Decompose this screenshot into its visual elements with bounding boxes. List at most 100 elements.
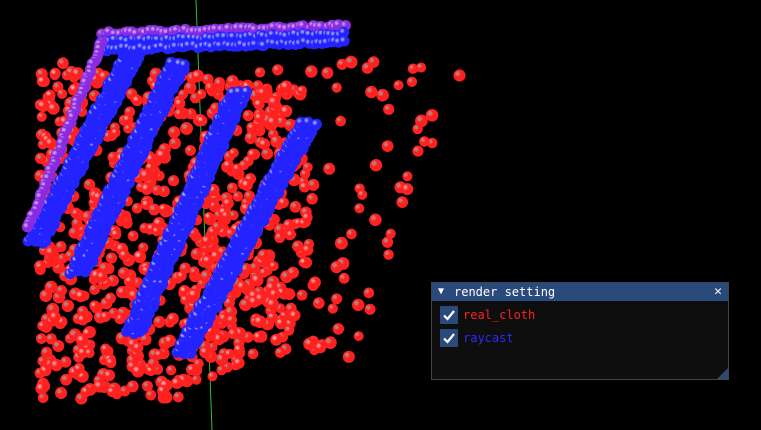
particle [74,289,88,303]
particle [385,228,396,239]
particle [364,303,376,315]
particle [296,85,308,96]
particle [254,67,266,78]
particle [338,35,350,47]
particle [170,376,183,390]
particle [344,55,358,69]
particle [331,82,342,93]
particle [270,333,283,346]
particle [105,252,118,264]
particle [241,86,253,97]
particle [285,229,297,240]
particle [180,121,193,135]
particle [147,357,159,370]
particle [289,200,302,213]
particle [183,81,197,94]
particle [108,307,120,319]
particle [36,111,47,122]
particle [145,162,156,173]
particle [352,298,365,312]
particle [184,145,196,156]
particle [453,69,466,82]
checkbox-raycast[interactable] [440,328,458,347]
triangle-down-icon[interactable]: ▼ [438,283,452,301]
particle [412,123,423,135]
particle [166,312,179,325]
option-label-raycast: raycast [463,330,514,345]
particle [238,159,249,171]
particle [68,226,81,239]
particle [106,386,118,398]
option-raycast[interactable]: raycast [440,328,728,347]
particle [167,175,180,187]
particle [96,270,108,283]
particle [383,249,394,260]
particle [353,331,364,342]
checkmark-icon [443,332,455,344]
particle [383,103,395,115]
particle [44,89,56,101]
particle [227,328,239,340]
particle [34,152,47,165]
particle [253,315,267,329]
particle [57,88,68,99]
particle [35,333,47,344]
particle [55,240,67,253]
particle [47,102,60,115]
particle [173,97,186,110]
particle [342,350,355,363]
particle [49,311,61,323]
close-icon[interactable]: ✕ [714,283,722,301]
particle [233,343,245,355]
particle [258,138,271,150]
particle [215,352,229,366]
particle [212,221,223,232]
particle [354,203,365,214]
particle [312,297,325,309]
particle [247,348,259,360]
particle [308,276,321,289]
particle [207,371,218,382]
particle [131,202,143,214]
particle [303,337,317,351]
particle [216,364,227,376]
particle [369,159,383,172]
checkbox-real-cloth[interactable] [440,305,458,324]
particle [104,292,116,304]
particle [187,288,201,301]
particle [155,148,169,162]
particle [257,87,269,99]
particle [365,85,378,99]
particle [274,232,286,244]
particle [118,249,130,261]
render-setting-window[interactable]: ▼ render setting ✕ real_cloth raycast [431,282,729,380]
resize-grip[interactable] [717,368,728,379]
particle [305,65,318,78]
particle [266,297,279,311]
particle [151,226,162,237]
particle [363,287,375,299]
particle [321,66,334,79]
particle [204,81,216,94]
particle [240,179,253,191]
particle [173,107,185,120]
option-real-cloth[interactable]: real_cloth [440,305,728,324]
particle [131,364,145,378]
particle [226,74,239,88]
particle [376,88,389,102]
particle [331,293,343,305]
particle [117,266,130,280]
particle [89,284,100,295]
particle [246,122,257,133]
particle [335,115,346,127]
particle [56,57,69,70]
particle [35,382,48,395]
window-titlebar[interactable]: ▼ render setting ✕ [432,283,728,301]
particle [82,327,93,339]
particle [83,178,96,191]
particle [93,379,106,393]
particle [148,203,161,216]
particle [301,212,313,223]
particle [332,323,345,335]
particle [396,196,409,208]
